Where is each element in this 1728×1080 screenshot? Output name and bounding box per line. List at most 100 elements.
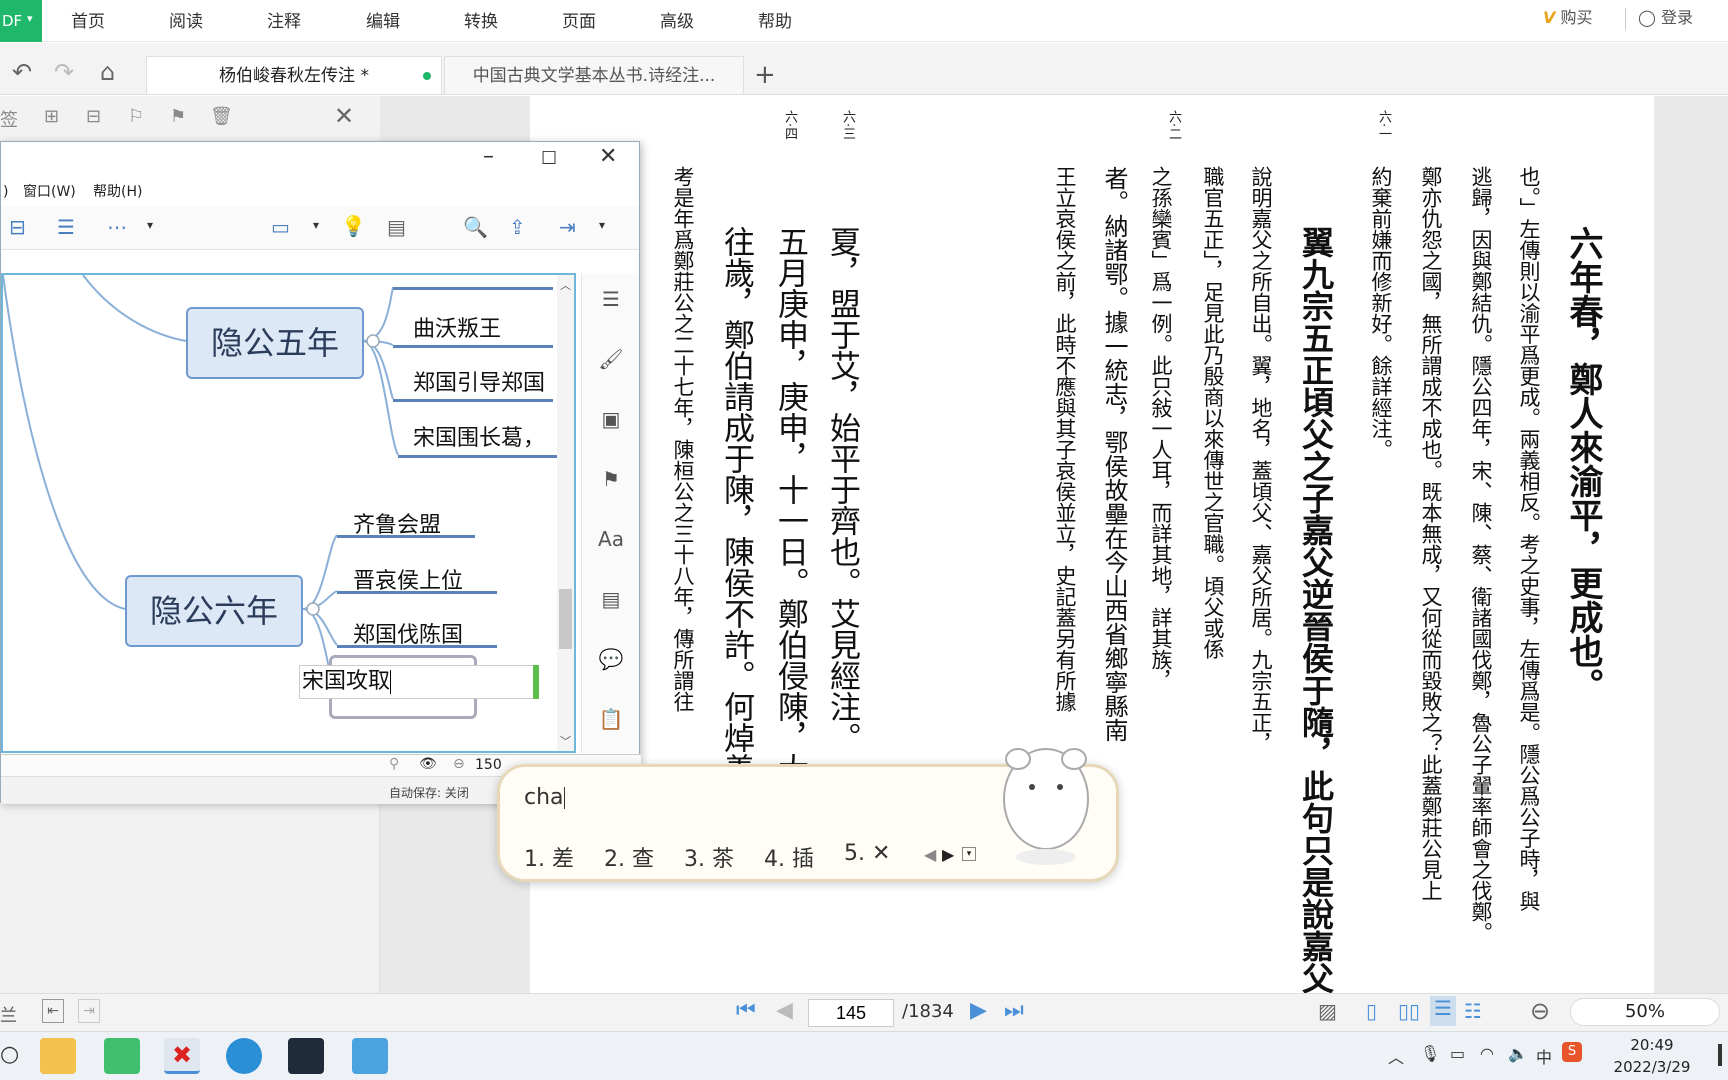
app-menu-dropdown-icon[interactable]: ▾ xyxy=(27,12,33,25)
add-bookmark-icon[interactable]: ⚐ xyxy=(128,106,144,127)
ime-expand-icon[interactable]: ▾ xyxy=(962,847,976,861)
collapse-left-icon[interactable]: ⇤ xyxy=(42,999,64,1023)
topic-node[interactable]: 隐公五年 xyxy=(186,307,364,379)
photos-app-icon[interactable] xyxy=(352,1038,388,1074)
ime-candidate[interactable]: 5. ✕ xyxy=(844,841,890,866)
two-page-icon[interactable]: ▯▯ xyxy=(1398,999,1420,1023)
chevron-down-icon[interactable]: ▾ xyxy=(313,218,319,232)
clipboard-icon[interactable]: 📋 xyxy=(582,707,640,731)
menu-read[interactable]: 阅读 xyxy=(169,0,203,42)
app-logo-badge[interactable]: DF xyxy=(0,0,42,42)
ime-candidate[interactable]: 3. 茶 xyxy=(684,841,734,873)
close-window-icon[interactable]: ✕ xyxy=(599,144,617,169)
menu-help[interactable]: 帮助 xyxy=(758,0,792,42)
topic-edit-field[interactable]: 宋国攻取 xyxy=(299,665,539,699)
fill-page-icon[interactable]: ▨ xyxy=(1318,999,1337,1023)
edge-browser-icon[interactable] xyxy=(226,1038,262,1074)
maximize-icon[interactable]: ☐ xyxy=(541,148,557,169)
last-page-icon[interactable]: ⏭ xyxy=(1004,998,1024,1023)
brush-icon[interactable]: 🖌 xyxy=(582,347,640,371)
scrollbar-thumb[interactable] xyxy=(559,589,572,649)
filter-icon[interactable]: ⚲ xyxy=(389,756,399,772)
book-view-icon[interactable]: ☷ xyxy=(1464,999,1482,1023)
ime-language-indicator[interactable]: 中 xyxy=(1536,1044,1552,1068)
login-button[interactable]: ◯ 登录 xyxy=(1638,6,1693,30)
mm-menu-window[interactable]: 窗口(W) xyxy=(23,178,76,206)
pdf-editor-taskbar-icon[interactable] xyxy=(104,1038,140,1074)
mindmap-canvas[interactable]: 隐公五年 曲沃叛王 郑国引导郑国 宋国围长葛， 隐公六年 齐鲁会盟 晋哀侯上位 … xyxy=(1,273,576,753)
tab-document-2[interactable]: 中国古典文学基本丛书.诗经注... xyxy=(444,56,744,94)
clock-date[interactable]: 2022/3/29 xyxy=(1612,1058,1692,1076)
edit-bookmark-icon[interactable]: ⚑ xyxy=(170,106,186,127)
sogou-ime-icon[interactable]: S xyxy=(1562,1042,1582,1062)
buy-button[interactable]: V 购买 xyxy=(1543,6,1593,30)
expand-right-icon[interactable]: ⇥ xyxy=(78,999,100,1023)
zoom-out-icon[interactable]: ⊖ xyxy=(453,756,465,772)
ime-next-page-icon[interactable]: ▶ xyxy=(942,845,954,864)
page-number-input[interactable] xyxy=(808,999,894,1027)
subtopic-node[interactable]: 曲沃叛王 xyxy=(413,311,501,343)
export-icon[interactable]: ⇥ xyxy=(559,215,576,239)
tab-document-1[interactable]: 杨伯峻春秋左传注 * xyxy=(146,56,442,94)
battery-icon[interactable]: ▭ xyxy=(1450,1044,1465,1063)
font-icon[interactable]: Aa xyxy=(582,527,640,551)
first-page-icon[interactable]: ⏮ xyxy=(736,998,756,1023)
scroll-up-icon[interactable]: ︿ xyxy=(560,277,571,293)
prev-page-icon[interactable]: ◀ xyxy=(776,998,793,1023)
ime-candidate[interactable]: 4. 插 xyxy=(764,841,814,873)
menu-annotate[interactable]: 注释 xyxy=(267,0,301,42)
more-icon[interactable]: ⋯ xyxy=(107,215,127,239)
note-icon[interactable]: ▤ xyxy=(582,587,640,611)
zoom-field[interactable]: 50% xyxy=(1570,998,1720,1026)
continuous-page-icon[interactable]: ☰ xyxy=(1430,996,1456,1026)
subtopic-node[interactable]: 郑国引导郑国 xyxy=(413,365,545,397)
ime-candidate[interactable]: 1. 差 xyxy=(524,841,574,873)
volume-icon[interactable]: 🔈 xyxy=(1508,1044,1528,1063)
eye-icon[interactable]: 👁 xyxy=(419,756,437,772)
card-icon[interactable]: ▤ xyxy=(387,215,406,239)
flag-icon[interactable]: ⚑ xyxy=(582,467,640,491)
file-explorer-icon[interactable] xyxy=(40,1038,76,1074)
show-desktop-button[interactable] xyxy=(1718,1044,1722,1066)
tray-chevron-up-icon[interactable]: ︿ xyxy=(1388,1044,1404,1068)
sidebar-label[interactable]: 兰 xyxy=(0,1001,17,1026)
mm-menu-help[interactable]: 帮助(H) xyxy=(93,178,142,206)
scroll-down-icon[interactable]: ﹀ xyxy=(560,733,571,749)
menu-convert[interactable]: 转换 xyxy=(464,0,498,42)
vertical-scrollbar[interactable]: ︿ ﹀ xyxy=(557,275,574,751)
lightbulb-icon[interactable]: 💡 xyxy=(341,214,366,238)
menu-home[interactable]: 首页 xyxy=(71,0,105,42)
edit-handle[interactable] xyxy=(533,665,539,699)
share-icon[interactable]: ⇪ xyxy=(509,215,526,239)
layout-icon[interactable]: ⊟ xyxy=(9,215,26,239)
chevron-down-icon[interactable]: ▾ xyxy=(147,218,153,232)
close-panel-icon[interactable]: ✕ xyxy=(334,102,354,130)
zoom-out-button[interactable]: ⊖ xyxy=(1530,997,1550,1025)
autosave-status[interactable]: 自动保存: 关闭 xyxy=(389,784,469,801)
redo-icon[interactable]: ↷ xyxy=(54,58,74,86)
search-icon[interactable]: ○ xyxy=(0,1042,19,1067)
subtopic-node[interactable]: 宋国围长葛， xyxy=(413,420,545,452)
next-page-icon[interactable]: ▶ xyxy=(970,998,987,1023)
comment-icon[interactable]: 💬 xyxy=(582,647,640,671)
menu-advanced[interactable]: 高级 xyxy=(660,0,694,42)
collapse-all-icon[interactable]: ⊟ xyxy=(86,106,101,127)
minimize-icon[interactable]: – xyxy=(483,144,494,169)
xmind-taskbar-icon[interactable]: ✖ xyxy=(164,1038,200,1074)
chevron-down-icon[interactable]: ▾ xyxy=(599,218,605,232)
topic-node[interactable]: 隐公六年 xyxy=(125,575,303,647)
outline-icon[interactable]: ☰ xyxy=(57,215,75,239)
image-icon[interactable]: ▣ xyxy=(582,407,640,431)
presentation-icon[interactable]: ▭ xyxy=(271,215,290,239)
home-icon[interactable]: ⌂ xyxy=(100,58,115,86)
new-tab-plus-icon[interactable]: + xyxy=(754,60,776,90)
wifi-icon[interactable]: ◠ xyxy=(1480,1044,1494,1063)
list-icon[interactable]: ☰ xyxy=(582,287,640,311)
clock-time[interactable]: 20:49 xyxy=(1612,1036,1692,1054)
ime-prev-page-icon[interactable]: ◀ xyxy=(924,845,936,864)
ime-candidate[interactable]: 2. 查 xyxy=(604,841,654,873)
menu-page[interactable]: 页面 xyxy=(562,0,596,42)
microphone-icon[interactable]: 🎙 xyxy=(1420,1044,1440,1063)
search-icon[interactable]: 🔍 xyxy=(463,215,488,239)
mm-menu-partial[interactable]: ) xyxy=(3,178,8,206)
